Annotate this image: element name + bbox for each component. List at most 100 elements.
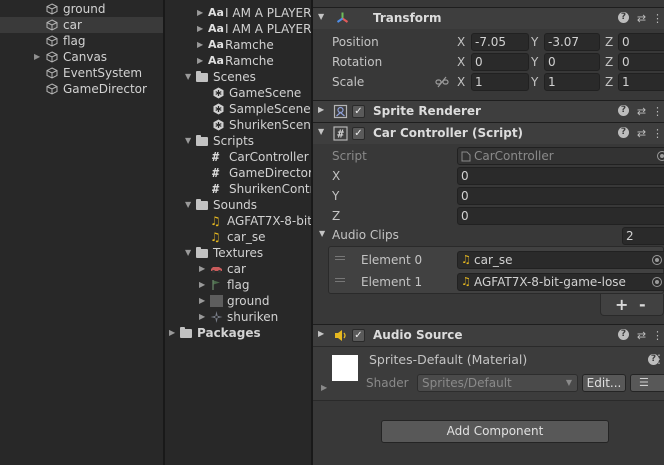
csharp-script-icon: # xyxy=(212,150,220,164)
shader-value: Sprites/Default xyxy=(422,376,512,390)
object-picker-icon[interactable] xyxy=(652,277,662,287)
preset-icon[interactable]: ⇄ xyxy=(635,105,648,118)
collapse-arrow-icon[interactable]: ▼ xyxy=(185,197,195,213)
inspector-panel: ▼ Transform ? ⇄ ⋮ Position X -7.05 Y -3.… xyxy=(313,0,664,465)
axis-x-label[interactable]: X xyxy=(457,35,465,49)
csharp-script-icon: # xyxy=(333,126,348,141)
shader-dropdown[interactable]: Sprites/Default ▼ xyxy=(417,374,578,392)
scale-z-field[interactable]: 1 xyxy=(618,73,664,91)
object-picker-icon[interactable] xyxy=(657,151,664,161)
enabled-checkbox[interactable]: ✓ xyxy=(352,105,365,118)
expand-arrow-icon[interactable]: ▶ xyxy=(197,53,207,69)
y-label[interactable]: Y xyxy=(332,189,339,203)
context-menu-icon[interactable]: ⋮ xyxy=(651,105,664,118)
audio-source-header[interactable]: ▶ ✓ Audio Source ? ⇄ ⋮ xyxy=(313,324,664,346)
transform-header[interactable]: ▼ Transform ? ⇄ ⋮ xyxy=(313,7,664,29)
x-field[interactable]: 0 xyxy=(457,167,664,185)
element-0-field[interactable]: car_se xyxy=(457,251,664,269)
collapse-arrow-icon[interactable]: ▼ xyxy=(318,12,324,21)
position-y-field[interactable]: -3.07 xyxy=(544,33,600,51)
context-menu-icon[interactable]: ⋮ xyxy=(651,329,664,342)
object-picker-icon[interactable] xyxy=(652,255,662,265)
axis-x-label[interactable]: X xyxy=(457,55,465,69)
expand-arrow-icon[interactable]: ▶ xyxy=(197,5,207,21)
hierarchy-item-canvas[interactable]: ▶ Canvas xyxy=(0,49,163,65)
hierarchy-item-car[interactable]: car xyxy=(0,17,163,33)
help-icon[interactable]: ? xyxy=(618,105,631,118)
expand-arrow-icon[interactable]: ▶ xyxy=(318,329,324,338)
position-x-field[interactable]: -7.05 xyxy=(471,33,529,51)
expand-arrow-icon[interactable]: ▶ xyxy=(199,293,209,309)
rotation-z-field[interactable]: 0 xyxy=(618,53,664,71)
hierarchy-item-flag[interactable]: flag xyxy=(0,33,163,49)
expand-arrow-icon[interactable]: ▶ xyxy=(199,261,209,277)
collapse-arrow-icon[interactable]: ▼ xyxy=(185,133,195,149)
expand-arrow-icon[interactable]: ▶ xyxy=(169,325,179,341)
expand-arrow-icon[interactable]: ▶ xyxy=(321,383,327,392)
audio-clips-label[interactable]: Audio Clips xyxy=(332,228,399,242)
enabled-checkbox[interactable]: ✓ xyxy=(352,127,365,140)
enabled-checkbox[interactable]: ✓ xyxy=(352,329,365,342)
axis-z-label[interactable]: Z xyxy=(605,55,613,69)
context-menu-icon[interactable]: ⋮ xyxy=(651,12,664,25)
collapse-arrow-icon[interactable]: ▼ xyxy=(185,69,195,85)
z-field[interactable]: 0 xyxy=(457,207,664,225)
preset-icon[interactable]: ⇄ xyxy=(635,127,648,140)
folder-icon xyxy=(196,247,209,259)
z-label[interactable]: Z xyxy=(332,209,340,223)
hierarchy-item-eventsystem[interactable]: EventSystem xyxy=(0,65,163,81)
rotation-y-field[interactable]: 0 xyxy=(544,53,600,71)
preset-icon[interactable]: ⇄ xyxy=(635,12,648,25)
scale-x-field[interactable]: 1 xyxy=(471,73,529,91)
audio-clip-icon: ♫ xyxy=(461,253,471,266)
axis-z-label[interactable]: Z xyxy=(605,35,613,49)
rotation-x-field[interactable]: 0 xyxy=(471,53,529,71)
collapse-arrow-icon[interactable]: ▼ xyxy=(318,127,324,136)
expand-arrow-icon[interactable]: ▶ xyxy=(197,21,207,37)
constrain-proportions-icon[interactable] xyxy=(435,76,449,88)
x-label[interactable]: X xyxy=(332,169,340,183)
position-z-field[interactable]: 0 xyxy=(618,33,664,51)
drag-handle-icon[interactable] xyxy=(335,278,345,282)
preset-icon[interactable]: ⇄ xyxy=(635,329,648,342)
expand-arrow-icon[interactable]: ▶ xyxy=(34,49,40,65)
expand-arrow-icon[interactable]: ▶ xyxy=(197,37,207,53)
collapse-arrow-icon[interactable]: ▼ xyxy=(319,229,325,238)
shader-options-button[interactable]: ☰ xyxy=(630,374,664,392)
collapse-arrow-icon[interactable]: ▼ xyxy=(185,245,195,261)
help-icon[interactable]: ? xyxy=(618,127,631,140)
project-item-label: GameScene xyxy=(229,86,302,100)
axis-x-label[interactable]: X xyxy=(457,75,465,89)
hierarchy-item-ground[interactable]: ground xyxy=(0,1,163,17)
y-field[interactable]: 0 xyxy=(457,187,664,205)
sprite-renderer-header[interactable]: ▶ ✓ Sprite Renderer ? ⇄ ⋮ xyxy=(313,100,664,122)
help-icon[interactable]: ? xyxy=(618,329,631,342)
help-icon[interactable]: ? xyxy=(618,12,631,25)
axis-y-label[interactable]: Y xyxy=(531,35,538,49)
audio-clips-size-field[interactable]: 2 xyxy=(622,227,664,245)
expand-arrow-icon[interactable]: ▶ xyxy=(199,309,209,325)
expand-arrow-icon[interactable]: ▶ xyxy=(199,277,209,293)
axis-y-label[interactable]: Y xyxy=(531,55,538,69)
context-menu-icon[interactable]: ⋮ xyxy=(653,352,664,366)
component-title: Audio Source xyxy=(373,328,463,342)
script-field: CarController xyxy=(457,147,664,165)
expand-arrow-icon[interactable]: ▶ xyxy=(318,105,324,114)
drag-handle-icon[interactable] xyxy=(335,256,345,260)
element-1-field[interactable]: AGFAT7X-8-bit-game-lose xyxy=(457,273,664,291)
edit-shader-button[interactable]: Edit... xyxy=(582,374,626,392)
font-icon: Aa xyxy=(208,6,224,19)
remove-element-button[interactable]: - xyxy=(639,295,646,314)
add-component-button[interactable]: Add Component xyxy=(381,420,609,443)
add-element-button[interactable]: + xyxy=(615,295,628,314)
material-preview[interactable] xyxy=(332,355,358,381)
axis-z-label[interactable]: Z xyxy=(605,75,613,89)
gameobject-cube-icon xyxy=(46,3,58,15)
context-menu-icon[interactable]: ⋮ xyxy=(651,127,664,140)
scale-y-field[interactable]: 1 xyxy=(544,73,600,91)
hierarchy-item-label: ground xyxy=(63,2,106,16)
hierarchy-item-label: EventSystem xyxy=(63,66,143,80)
hierarchy-item-gamedirector[interactable]: GameDirector xyxy=(0,81,163,97)
axis-y-label[interactable]: Y xyxy=(531,75,538,89)
car-controller-header[interactable]: ▼ # ✓ Car Controller (Script) ? ⇄ ⋮ xyxy=(313,122,664,144)
